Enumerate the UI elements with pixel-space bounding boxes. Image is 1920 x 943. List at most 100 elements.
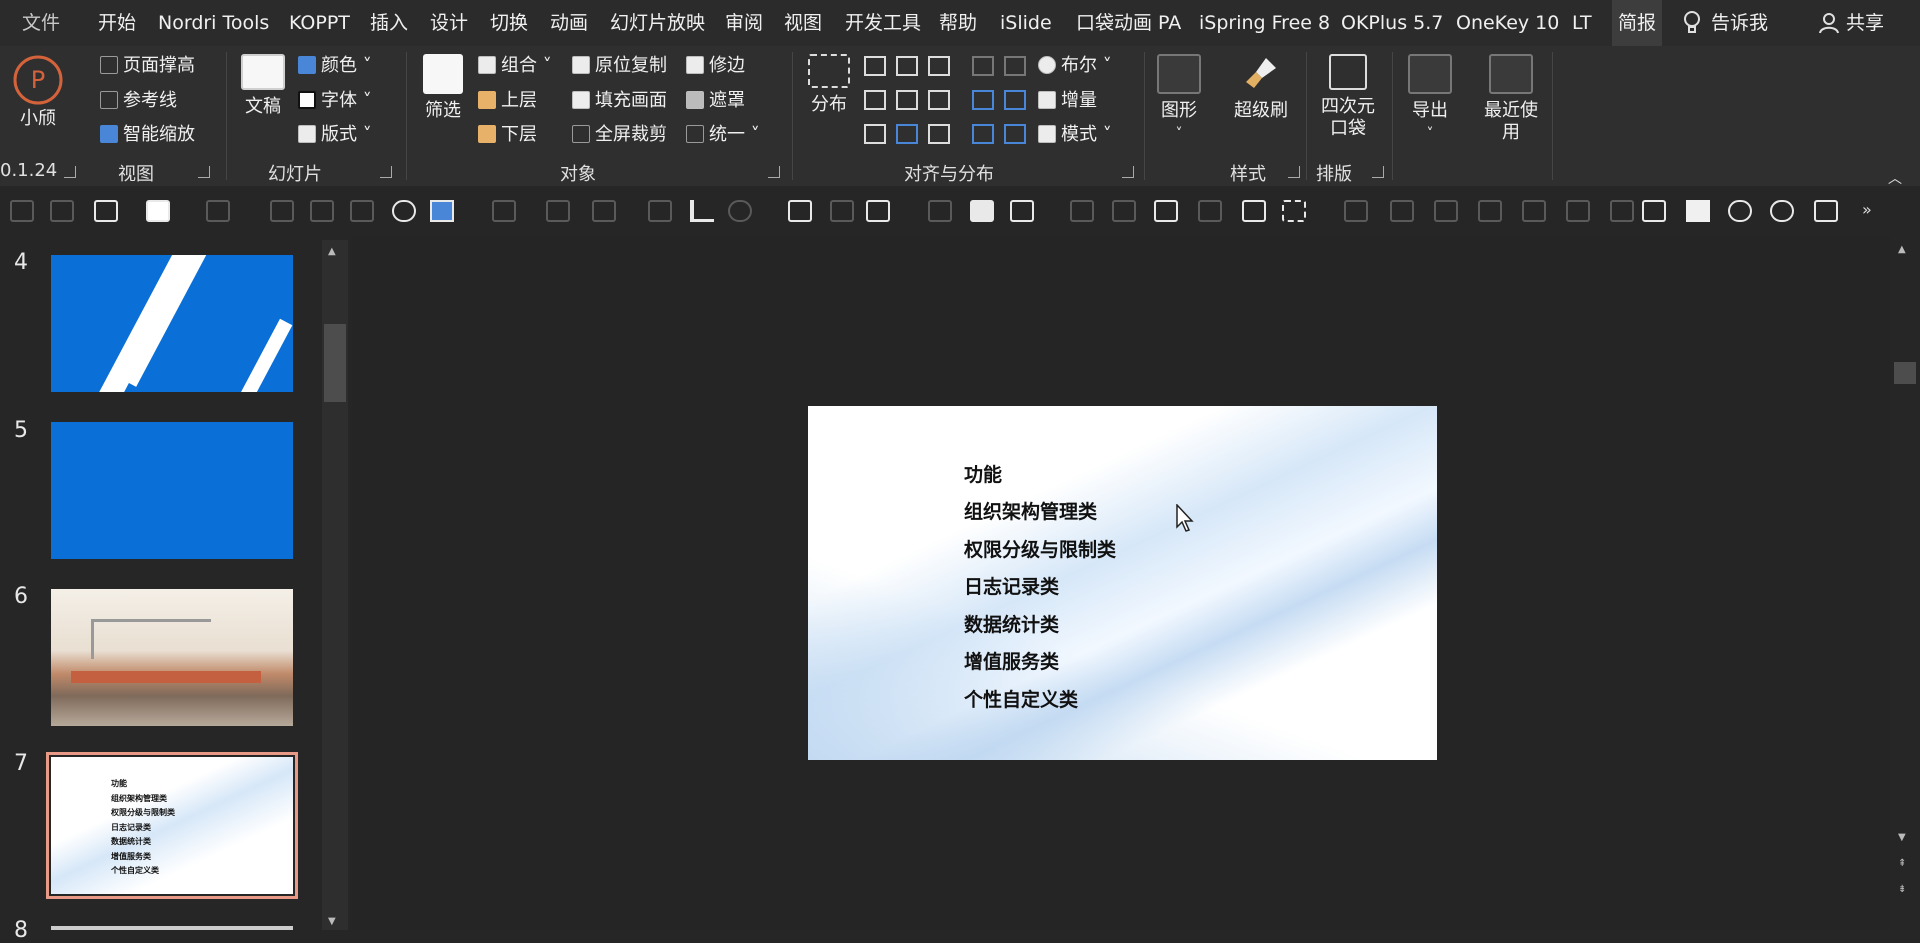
smart-zoom-button[interactable]: 智能缩放	[100, 122, 195, 148]
tab-transitions[interactable]: 切换	[490, 0, 528, 46]
tab-lt[interactable]: LT	[1572, 0, 1592, 46]
tab-nordri-tools[interactable]: Nordri Tools	[158, 0, 269, 46]
slide-text-line[interactable]: 权限分级与限制类	[964, 535, 1116, 562]
tab-file[interactable]: 文件	[22, 0, 60, 46]
line-icon[interactable]	[592, 200, 616, 222]
thumbnail-scrollbar[interactable]: ▲ ▼	[322, 240, 348, 930]
send-backward-button[interactable]: 下层	[478, 122, 537, 148]
fill-color-icon[interactable]	[430, 200, 454, 222]
mode-button[interactable]: 模式 ˅	[1038, 122, 1112, 148]
pipette-icon[interactable]	[648, 200, 672, 222]
toolbar-dim-icon[interactable]	[1610, 200, 1634, 222]
font-button[interactable]: 字体 ˅	[298, 88, 372, 114]
shapes-icon[interactable]	[728, 200, 752, 222]
fourth-dimension-pocket-button[interactable]: 四次元口袋	[1316, 54, 1380, 140]
slide-thumbnail-4[interactable]	[51, 255, 293, 392]
tab-home[interactable]: 开始	[98, 0, 136, 46]
group-button[interactable]: 组合 ˅	[478, 53, 552, 79]
arrow-right-icon[interactable]	[1004, 90, 1026, 110]
wengao-button[interactable]: 文稿	[238, 54, 288, 118]
slide-text-line[interactable]: 组织架构管理类	[964, 497, 1097, 524]
slide-text-line[interactable]: 日志记录类	[964, 572, 1059, 599]
text-box-icon[interactable]	[94, 200, 118, 222]
toolbar-dim-icon[interactable]	[1390, 200, 1414, 222]
bar-chart-icon[interactable]	[690, 200, 714, 222]
arrow-down-icon[interactable]	[1004, 124, 1026, 144]
tab-help[interactable]: 帮助	[939, 0, 977, 46]
toolbar-dim-icon[interactable]	[1434, 200, 1458, 222]
tab-review[interactable]: 审阅	[725, 0, 763, 46]
distribute-v-icon[interactable]	[896, 124, 918, 144]
replace-icon[interactable]	[1242, 200, 1266, 222]
tab-developer[interactable]: 开发工具	[845, 0, 921, 46]
text-frame-icon[interactable]	[1154, 200, 1178, 222]
view-group-launcher[interactable]	[198, 166, 210, 178]
share-button[interactable]: 共享	[1846, 0, 1884, 46]
align-bottom-icon[interactable]	[928, 56, 950, 76]
group-launcher[interactable]	[64, 166, 76, 178]
shape-edit-icon[interactable]	[866, 200, 890, 222]
white-box-icon[interactable]	[1686, 200, 1710, 222]
tab-design[interactable]: 设计	[430, 0, 468, 46]
fit-screen-icon[interactable]	[1642, 200, 1666, 222]
collapse-ribbon-icon[interactable]: ︿	[1888, 168, 1902, 188]
tab-okplus[interactable]: OKPlus 5.7	[1341, 0, 1443, 46]
toolbar-dim-icon[interactable]	[1112, 200, 1136, 222]
align-left-icon[interactable]	[864, 90, 886, 110]
increment-button[interactable]: 增量	[1038, 88, 1097, 114]
selection-icon[interactable]	[1282, 200, 1306, 222]
object-group-launcher[interactable]	[768, 166, 780, 178]
align-top-icon[interactable]	[864, 56, 886, 76]
editor-scrollbar[interactable]: ▲ ▼ ⇞ ⇟	[1890, 236, 1920, 930]
circle-outline-icon[interactable]	[1770, 200, 1794, 222]
circle-icon[interactable]	[392, 200, 416, 222]
scroll-up-icon[interactable]: ▲	[1898, 244, 1906, 255]
paint-bucket-icon[interactable]	[492, 200, 516, 222]
slide-thumbnail-8[interactable]	[51, 926, 293, 930]
duplicate-in-place-button[interactable]: 原位复制	[572, 53, 667, 79]
more-icon[interactable]: »	[1862, 200, 1872, 219]
style-group-launcher[interactable]	[1288, 166, 1300, 178]
recent-used-button[interactable]: 最近使用	[1476, 54, 1546, 144]
xiaoying-label[interactable]: 小颀	[6, 108, 70, 130]
align-group-launcher[interactable]	[1122, 166, 1134, 178]
toolbar-dim-icon[interactable]	[10, 200, 34, 222]
toolbar-dim-icon[interactable]	[1070, 200, 1094, 222]
export-button[interactable]: 导出 ˅	[1402, 54, 1458, 145]
tab-slideshow[interactable]: 幻灯片放映	[610, 0, 705, 46]
text-format-icon[interactable]	[146, 200, 170, 222]
arrow-up-icon[interactable]	[972, 124, 994, 144]
fill-canvas-button[interactable]: 填充画面	[572, 88, 667, 114]
mask-button[interactable]: 遮罩	[686, 88, 745, 114]
picture-icon[interactable]	[350, 200, 374, 222]
toolbar-dim-icon[interactable]	[1566, 200, 1590, 222]
toolbar-dim-icon[interactable]	[1522, 200, 1546, 222]
shape-button[interactable]: 图形 ˅	[1152, 54, 1206, 145]
slide-group-launcher[interactable]	[380, 166, 392, 178]
scroll-down-icon[interactable]: ▼	[1898, 832, 1906, 843]
layout-button[interactable]: 版式 ˅	[298, 122, 372, 148]
slide-text-line[interactable]: 数据统计类	[964, 610, 1059, 637]
lightbulb-icon[interactable]	[1682, 10, 1702, 36]
scroll-thumb[interactable]	[324, 324, 346, 402]
current-slide[interactable]: 功能 组织架构管理类 权限分级与限制类 日志记录类 数据统计类 增值服务类 个性…	[808, 406, 1437, 760]
align-right-icon[interactable]	[928, 90, 950, 110]
boolean-button[interactable]: 布尔 ˅	[1038, 53, 1112, 79]
tab-animations[interactable]: 动画	[550, 0, 588, 46]
filter-button[interactable]: 筛选	[418, 54, 468, 122]
tell-me[interactable]: 告诉我	[1711, 0, 1768, 46]
arrow-left-icon[interactable]	[972, 90, 994, 110]
slide-thumbnail-7[interactable]: 功能 组织架构管理类 权限分级与限制类 日志记录类 数据统计类 增值服务类 个性…	[46, 752, 298, 899]
toolbar-dim-icon[interactable]	[1344, 200, 1368, 222]
columns-icon[interactable]	[788, 200, 812, 222]
next-slide-icon[interactable]: ⇟	[1898, 884, 1906, 895]
tab-onekey[interactable]: OneKey 10	[1456, 0, 1559, 46]
layout-group-launcher[interactable]	[1372, 166, 1384, 178]
tab-islide[interactable]: iSlide	[1000, 0, 1052, 46]
distribute-even-icon[interactable]	[928, 124, 950, 144]
scroll-down-icon[interactable]: ▼	[328, 916, 336, 927]
scroll-up-icon[interactable]: ▲	[328, 246, 336, 257]
align-middle-icon[interactable]	[896, 56, 918, 76]
table-icon[interactable]	[830, 200, 854, 222]
distribute-button[interactable]: 分布	[804, 54, 854, 116]
